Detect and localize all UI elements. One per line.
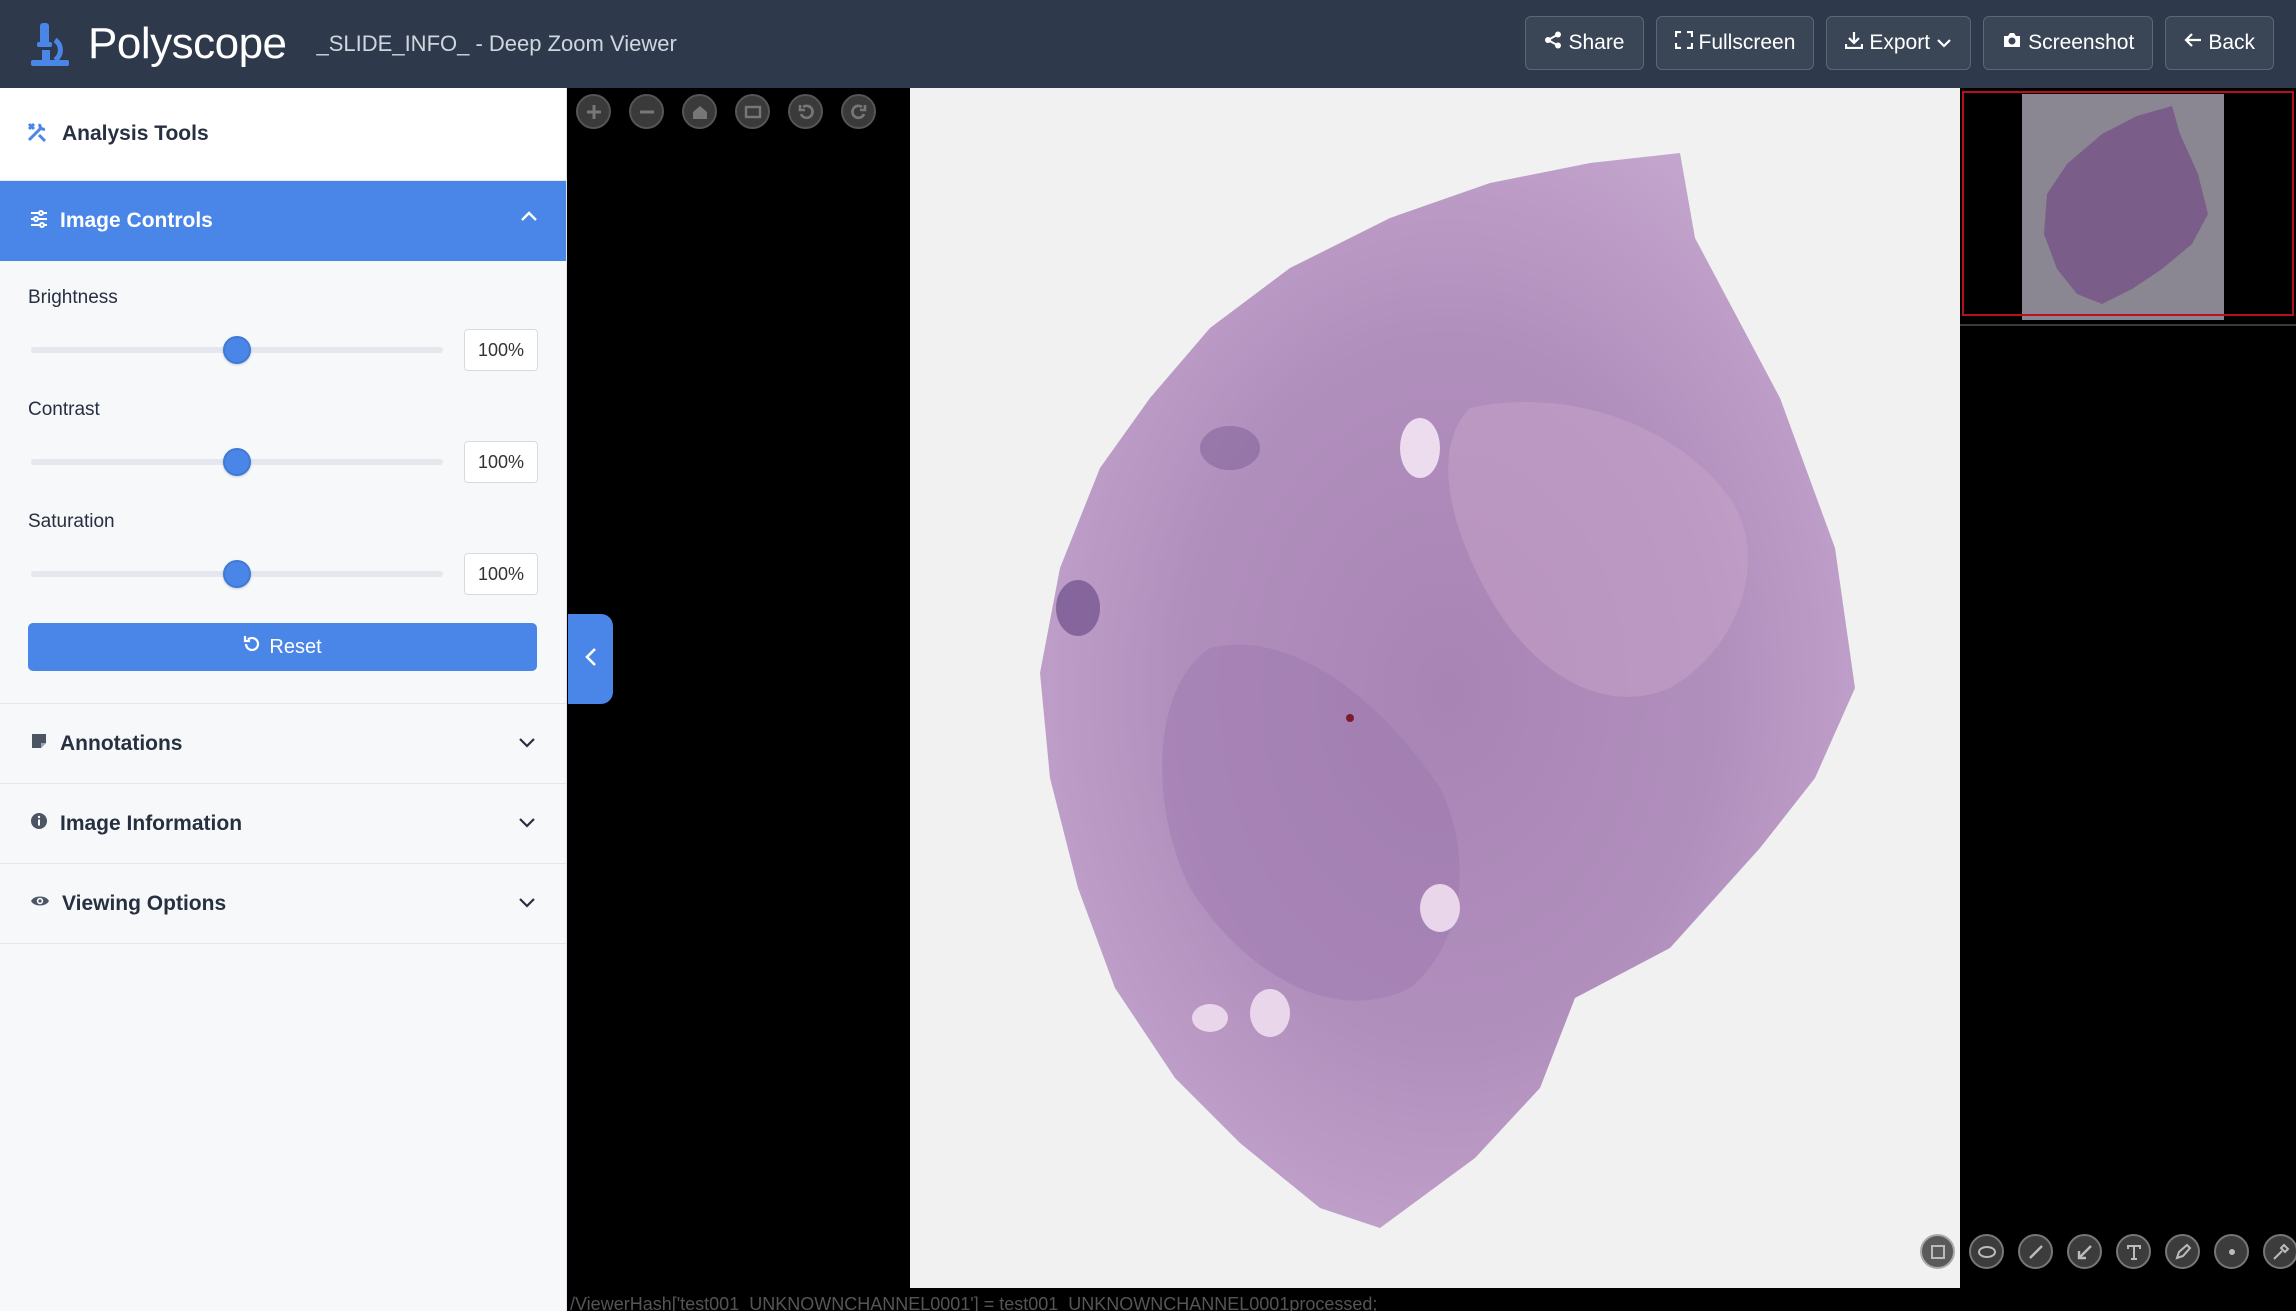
line-icon[interactable] [2018,1234,2053,1269]
eyedropper-icon[interactable] [2263,1234,2296,1269]
zoom-out-icon[interactable] [629,94,664,129]
pencil-icon[interactable] [2165,1234,2200,1269]
annotation-drawing-toolbar [1920,1234,2296,1269]
sticky-note-icon [30,732,48,755]
navigator-minimap[interactable] [1960,88,2296,326]
tools-icon [26,121,48,148]
back-label: Back [2208,31,2255,54]
contrast-value[interactable]: 100% [464,441,538,483]
deep-zoom-viewer[interactable]: /ViewerHash['test001_UNKNOWNCHANNEL0001'… [568,88,2296,1311]
navigator-viewport-frame[interactable] [1962,91,2294,316]
viewing-options-header[interactable]: Viewing Options [0,864,566,944]
contrast-control: 100% [28,441,538,483]
header-actions: Share Fullscreen Export Screenshot Back [1525,16,2274,70]
chevron-left-icon [584,647,598,672]
share-icon [1544,31,1562,55]
fullscreen-label: Fullscreen [1698,31,1796,54]
viewer-navigation-controls [576,94,876,129]
camera-icon [2002,31,2022,55]
chevron-down-icon [1936,31,1952,55]
undo-icon [243,635,261,659]
reset-button[interactable]: Reset [28,623,537,671]
zoom-in-icon[interactable] [576,94,611,129]
brightness-control: 100% [28,329,538,371]
screenshot-label: Screenshot [2028,31,2135,54]
brand[interactable]: Polyscope [26,19,287,69]
annotations-header[interactable]: Annotations [0,704,566,784]
screenshot-button[interactable]: Screenshot [1983,16,2154,70]
slide-image[interactable] [910,88,1960,1288]
saturation-value[interactable]: 100% [464,553,538,595]
export-dropdown-button[interactable]: Export [1826,16,1972,70]
chevron-down-icon [518,896,536,914]
image-controls-header[interactable]: Image Controls [0,181,566,261]
annotations-label: Annotations [60,731,183,755]
eye-icon [30,894,50,913]
top-navbar: Polyscope _SLIDE_INFO_ - Deep Zoom Viewe… [0,0,2296,88]
saturation-slider[interactable] [31,560,443,588]
brand-name: Polyscope [88,19,287,68]
fullpage-icon[interactable] [735,94,770,129]
home-icon[interactable] [682,94,717,129]
image-information-header[interactable]: Image Information [0,784,566,864]
reset-label: Reset [269,635,322,658]
microscope-icon [26,19,76,69]
image-controls-panel: Brightness 100% Contrast 100% Saturation… [0,261,566,704]
chevron-up-icon [520,209,538,227]
page-title: _SLIDE_INFO_ - Deep Zoom Viewer [316,31,677,56]
point-icon[interactable] [2214,1234,2249,1269]
contrast-slider[interactable] [31,448,443,476]
fullscreen-button[interactable]: Fullscreen [1655,16,1815,70]
brightness-slider[interactable] [31,336,443,364]
text-icon[interactable] [2116,1234,2151,1269]
arrow-left-icon [2184,31,2202,55]
chevron-down-icon [518,736,536,754]
rotate-left-icon[interactable] [788,94,823,129]
ellipse-icon[interactable] [1969,1234,2004,1269]
contrast-slider-thumb[interactable] [223,448,251,476]
analysis-tools-header[interactable]: Analysis Tools [0,88,566,181]
brightness-label: Brightness [28,287,118,308]
arrow-icon[interactable] [2067,1234,2102,1269]
brightness-value[interactable]: 100% [464,329,538,371]
viewing-options-label: Viewing Options [62,891,227,915]
sliders-icon [30,209,48,233]
back-button[interactable]: Back [2165,16,2274,70]
image-information-label: Image Information [60,811,243,835]
share-button[interactable]: Share [1525,16,1644,70]
brightness-slider-thumb[interactable] [223,336,251,364]
rectangle-icon[interactable] [1920,1234,1955,1269]
rotate-right-icon[interactable] [841,94,876,129]
image-controls-label: Image Controls [60,209,213,232]
sidebar: Analysis Tools Image Controls Brightness… [0,88,567,1311]
download-icon [1845,31,1864,55]
sidebar-collapse-button[interactable] [568,614,613,704]
analysis-tools-label: Analysis Tools [62,122,209,145]
contrast-label: Contrast [28,399,100,420]
saturation-label: Saturation [28,511,115,532]
saturation-control: 100% [28,553,538,595]
export-label: Export [1869,31,1931,54]
saturation-slider-thumb[interactable] [223,560,251,588]
chevron-down-icon [518,816,536,834]
info-circle-icon [30,812,48,835]
debug-console-text: /ViewerHash['test001_UNKNOWNCHANNEL0001'… [570,1294,1378,1311]
tissue-image [1040,153,1855,1228]
expand-icon [1674,30,1693,55]
share-label: Share [1568,31,1625,54]
